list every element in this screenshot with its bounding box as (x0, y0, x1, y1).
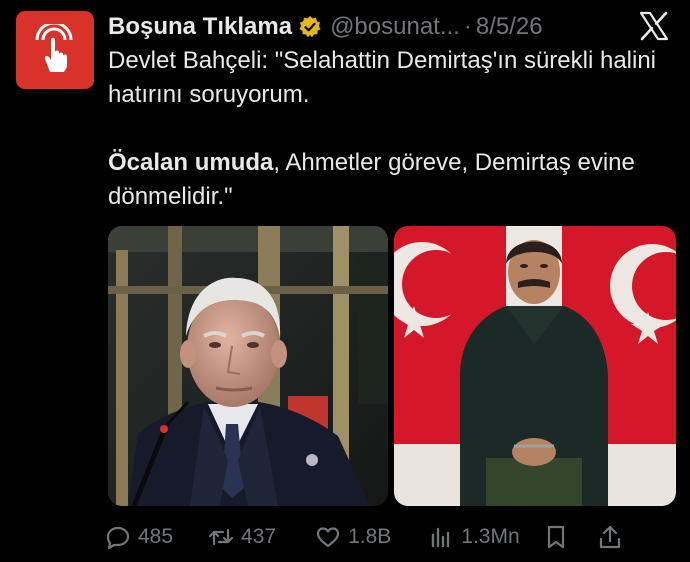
author-handle[interactable]: @bosunat... (330, 13, 460, 41)
share-icon (599, 525, 620, 549)
media-grid (108, 226, 676, 506)
reply-icon (106, 526, 130, 550)
photo-politician[interactable] (108, 226, 388, 506)
photo-flag-portrait[interactable] (394, 226, 676, 506)
hand-pointer-icon (35, 24, 73, 72)
tweet-text: Devlet Bahçeli: "Selahattin Demirtaş'ın … (108, 44, 668, 214)
repost-button[interactable]: 437 (207, 523, 276, 551)
tweet-text-line1: Devlet Bahçeli: "Selahattin Demirtaş'ın … (108, 47, 657, 108)
share-button[interactable] (596, 523, 624, 551)
repost-count: 437 (241, 525, 277, 548)
views-count: 1.3Mn (461, 525, 520, 548)
like-button[interactable]: 1.8B (314, 523, 391, 551)
tweet-date[interactable]: 8/5/26 (476, 13, 543, 41)
reply-button[interactable]: 485 (104, 523, 173, 551)
author-name[interactable]: Boşuna Tıklama (108, 13, 292, 41)
action-bar: 485 437 1.8B 1.3Mn (106, 520, 676, 554)
reply-count: 485 (138, 525, 174, 548)
x-logo-icon[interactable] (638, 10, 670, 42)
views-button[interactable]: 1.3Mn (427, 523, 520, 551)
separator: · (463, 13, 472, 40)
tweet-text-para2: Öcalan umuda, Ahmetler göreve, Demirtaş … (108, 146, 668, 214)
like-count: 1.8B (348, 525, 392, 548)
tweet-header: Boşuna Tıklama @bosunat... · 8/5/26 (108, 10, 630, 44)
views-icon (432, 527, 450, 548)
avatar[interactable] (16, 11, 94, 89)
repost-icon (208, 528, 234, 546)
like-icon (316, 527, 340, 548)
verified-badge-icon (299, 16, 321, 38)
bookmark-icon (547, 525, 564, 549)
bookmark-button[interactable] (542, 523, 570, 551)
tweet-text-bold: Öcalan umuda (108, 149, 274, 176)
